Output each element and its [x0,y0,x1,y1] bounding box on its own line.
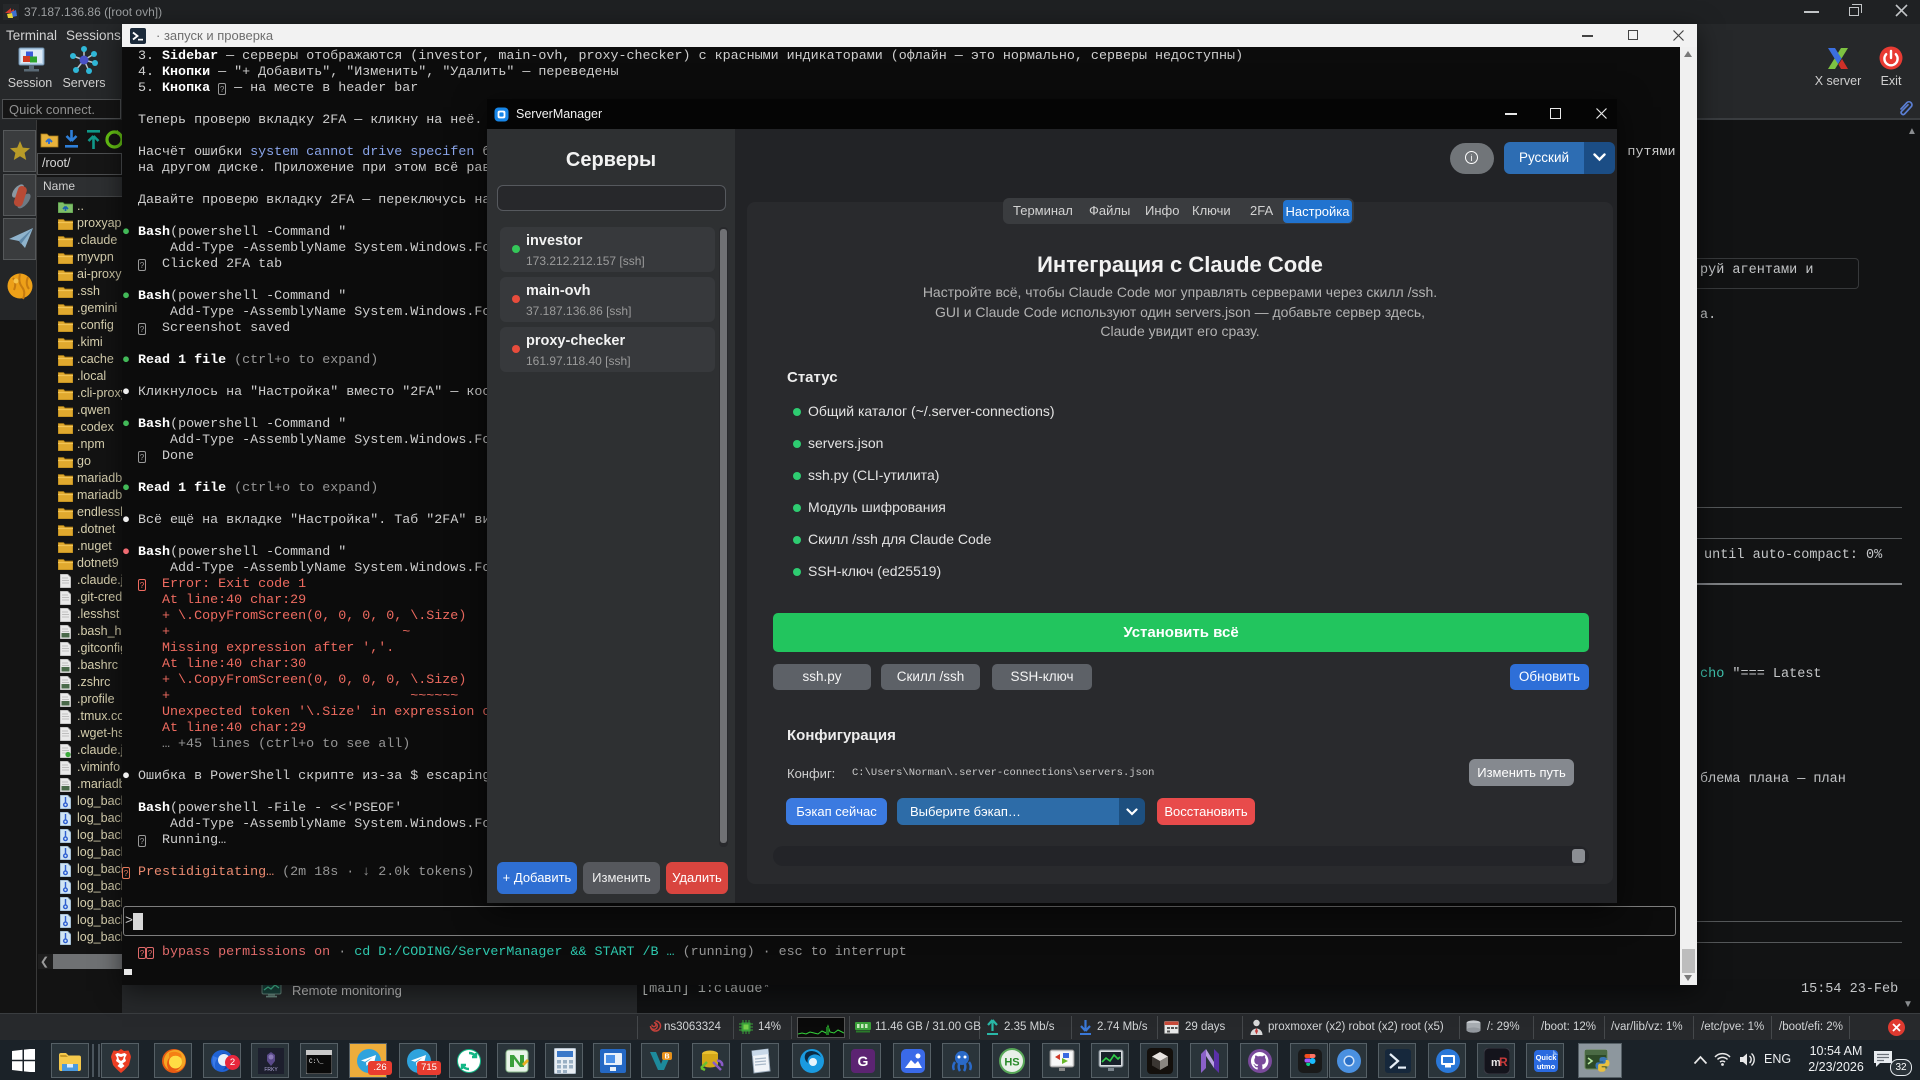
svg-text:utmo: utmo [1537,1062,1556,1071]
svg-text:C:\_: C:\_ [309,1058,324,1065]
svg-text:FRKY: FRKY [264,1067,278,1073]
svg-text:G: G [858,1053,869,1069]
svg-text:R: R [1499,1055,1508,1069]
svg-text:Quick: Quick [1536,1053,1558,1062]
svg-text:HS: HS [1004,1057,1019,1069]
svg-text:B: B [664,1054,669,1061]
